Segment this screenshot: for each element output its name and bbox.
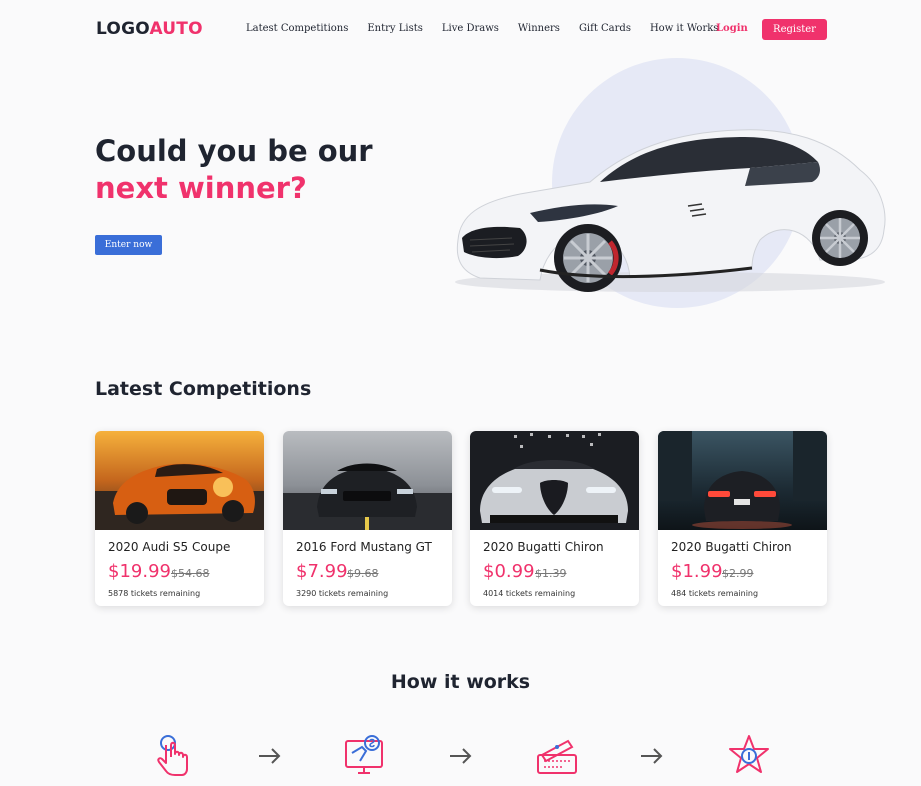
register-button[interactable]: Register [762,19,827,40]
arrow-right-icon [259,748,281,764]
menu-item-live-draws[interactable]: Live Draws [442,23,499,34]
competition-price: $0.99 [483,561,535,582]
menu-item-entry-lists[interactable]: Entry Lists [367,23,423,34]
competition-old-price: $2.99 [722,567,754,580]
competition-name: 2016 Ford Mustang GT [296,540,432,554]
latest-competitions-title: Latest Competitions [95,378,312,400]
how-it-works-title: How it works [390,671,531,693]
computer-payment-icon [345,735,383,774]
tickets-remaining: 4014 tickets remaining [483,589,576,598]
competition-name: 2020 Audi S5 Coupe [108,540,231,554]
top-navbar: LOGOAUTO Latest Competitions Entry Lists… [0,0,921,60]
competition-old-price: $1.39 [535,567,567,580]
competition-price: $7.99 [296,561,348,582]
logo-text-part1: LOGO [96,19,150,39]
competition-card[interactable]: 2020 Bugatti Chiron $0.99 $1.39 4014 tic… [470,431,639,606]
competition-old-price: $54.68 [171,567,210,580]
competition-card[interactable]: 2016 Ford Mustang GT $7.99 $9.68 3290 ti… [283,431,452,606]
hero-title: Could you be our next winner? [95,133,373,207]
ford-mustang-image [283,431,452,530]
menu-item-how-it-works[interactable]: How it Works [650,23,718,34]
enter-now-button[interactable]: Enter now [95,235,162,255]
tickets-remaining: 3290 tickets remaining [296,589,389,598]
arrow-right-icon [641,748,663,764]
audi-s5-image [95,431,264,530]
arrow-right-icon [450,748,472,764]
tickets-remaining: 5878 tickets remaining [108,589,201,598]
competition-name: 2020 Bugatti Chiron [671,540,792,554]
bugatti-chiron-night-image [658,431,827,530]
bugatti-chiron-silver-image [470,431,639,530]
hero-car-image [455,129,886,292]
menu-item-gift-cards[interactable]: Gift Cards [579,23,631,34]
competition-old-price: $9.68 [347,567,379,580]
logo[interactable]: LOGOAUTO [96,19,203,39]
menu-item-winners[interactable]: Winners [518,23,560,34]
tap-hand-icon [157,735,188,776]
competition-card[interactable]: 2020 Audi S5 Coupe $19.99 $54.68 5878 ti… [95,431,264,606]
ticket-icon [537,739,577,774]
main-menu: Latest Competitions Entry Lists Live Dra… [246,23,737,34]
competition-price: $1.99 [671,561,723,582]
login-link[interactable]: Login [716,23,748,34]
menu-item-latest-competitions[interactable]: Latest Competitions [246,23,348,34]
competition-price: $19.99 [108,561,171,582]
hero-title-line2: next winner? [95,171,307,205]
competition-name: 2020 Bugatti Chiron [483,540,604,554]
star-medal-icon [729,735,769,773]
competition-card[interactable]: 2020 Bugatti Chiron $1.99 $2.99 484 tick… [658,431,827,606]
hero-title-line1: Could you be our [95,134,373,168]
logo-text-part2: AUTO [149,19,203,39]
tickets-remaining: 484 tickets remaining [671,589,759,598]
